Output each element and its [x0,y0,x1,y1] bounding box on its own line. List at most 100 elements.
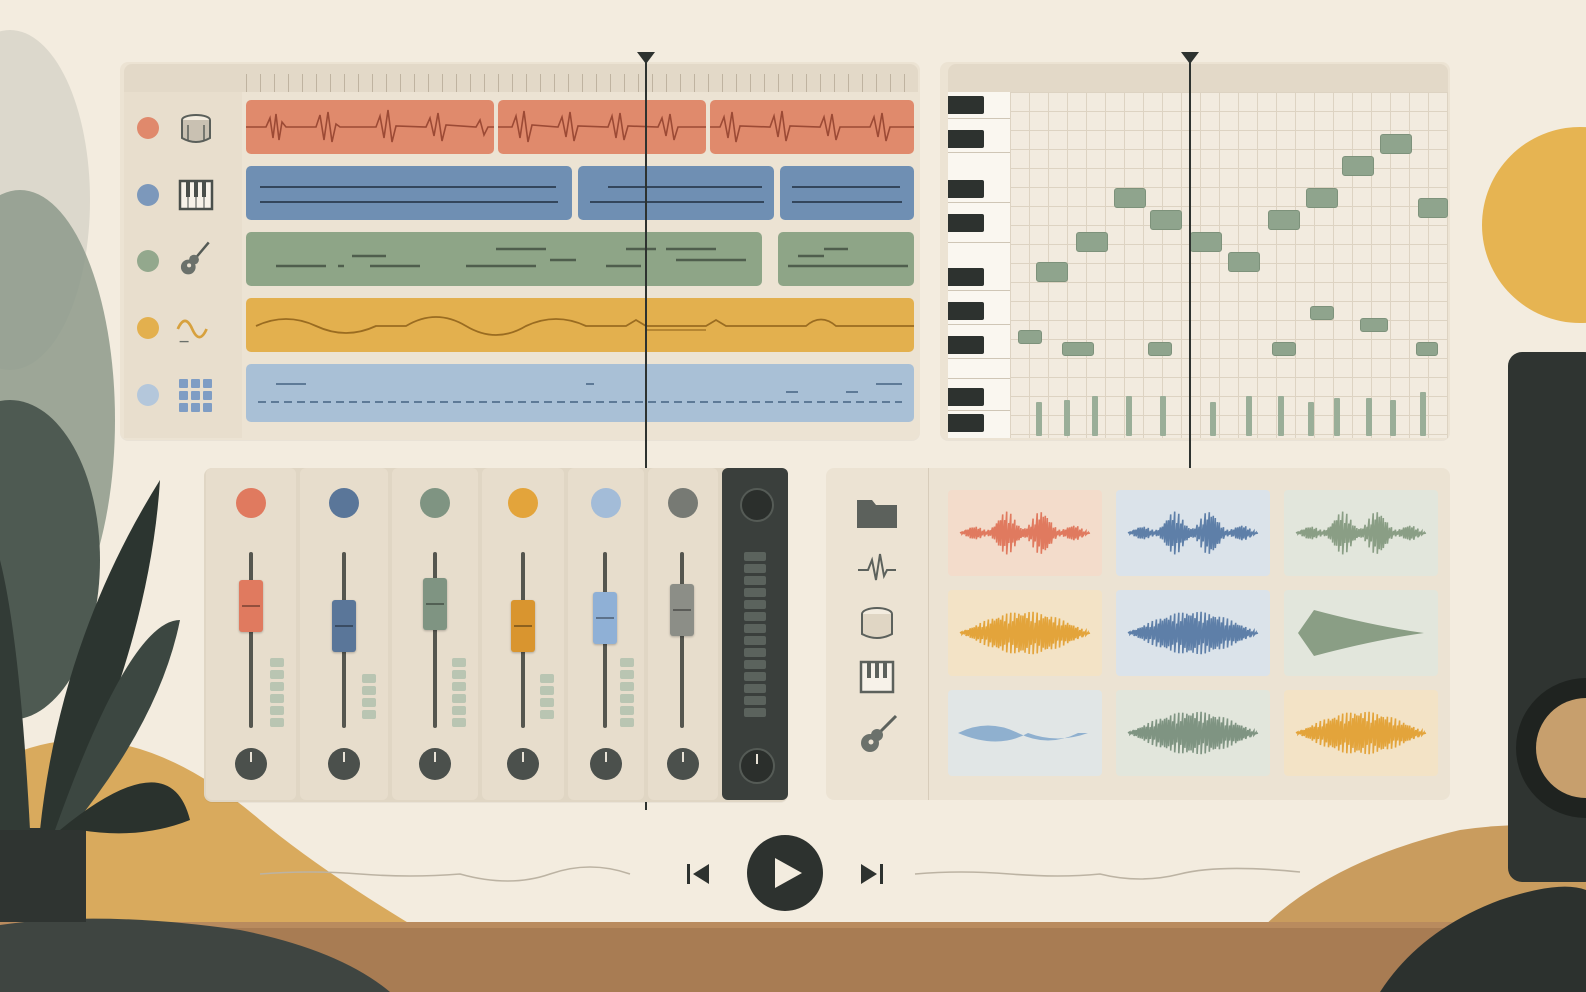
velocity-bar[interactable] [1036,402,1042,436]
sample-tile[interactable] [1116,690,1270,776]
clip-drums-2[interactable] [498,100,706,154]
black-key[interactable] [948,302,984,320]
black-key[interactable] [948,180,984,198]
channel-led[interactable] [329,488,359,518]
piano-roll-ruler[interactable] [948,64,1448,92]
midi-note[interactable] [1272,342,1296,356]
black-key[interactable] [948,130,984,148]
channel-led[interactable] [236,488,266,518]
velocity-bar[interactable] [1064,400,1070,436]
channel-led[interactable] [668,488,698,518]
pan-knob[interactable] [328,748,360,780]
volume-fader[interactable] [593,592,617,644]
midi-note[interactable] [1150,210,1182,230]
clip-keys-2[interactable] [578,166,774,220]
velocity-bar[interactable] [1092,396,1098,436]
midi-note[interactable] [1310,306,1334,320]
midi-note[interactable] [1114,188,1146,208]
clip-synth-1[interactable] [246,298,914,352]
midi-note[interactable] [1342,156,1374,176]
sample-tile[interactable] [948,590,1102,676]
midi-note[interactable] [1418,198,1448,218]
pan-knob[interactable] [419,748,451,780]
fader-rail[interactable] [249,552,253,728]
piano-keyboard[interactable] [948,92,1011,438]
clip-keys-1[interactable] [246,166,572,220]
velocity-bar[interactable] [1160,396,1166,436]
channel-led[interactable] [591,488,621,518]
volume-fader[interactable] [423,578,447,630]
track-color-synth[interactable] [137,317,159,339]
black-key[interactable] [948,268,984,286]
track-color-keys[interactable] [137,184,159,206]
piano-icon[interactable] [178,177,214,213]
playhead-marker[interactable] [637,52,655,64]
sample-tile[interactable] [948,690,1102,776]
midi-note[interactable] [1360,318,1388,332]
midi-note[interactable] [1190,232,1222,252]
track-color-pads[interactable] [137,384,159,406]
sample-tile[interactable] [948,490,1102,576]
velocity-bar[interactable] [1278,396,1284,436]
midi-note[interactable] [1228,252,1260,272]
volume-fader[interactable] [511,600,535,652]
master-knob[interactable] [739,748,775,784]
midi-note[interactable] [1036,262,1068,282]
midi-note[interactable] [1062,342,1094,356]
velocity-bar[interactable] [1366,398,1372,436]
track-color-guitar[interactable] [137,250,159,272]
waveform-icon[interactable] [854,548,900,588]
channel-led[interactable] [420,488,450,518]
midi-note[interactable] [1148,342,1172,356]
black-key[interactable] [948,414,984,432]
midi-note[interactable] [1018,330,1042,344]
midi-note[interactable] [1268,210,1300,230]
velocity-bar[interactable] [1420,392,1426,436]
midi-note[interactable] [1076,232,1108,252]
clip-guitar-2[interactable] [778,232,914,286]
clip-drums-3[interactable] [710,100,914,154]
pan-knob[interactable] [667,748,699,780]
sine-wave-icon[interactable] [176,311,212,347]
sample-tile[interactable] [1284,690,1438,776]
midi-note[interactable] [1416,342,1438,356]
play-button[interactable] [746,834,824,912]
playhead-piano-roll[interactable] [1189,62,1191,468]
volume-fader[interactable] [239,580,263,632]
fader-rail[interactable] [680,552,684,728]
velocity-bar[interactable] [1246,396,1252,436]
clip-pads-1[interactable] [246,364,914,422]
grid-pads-icon[interactable] [178,378,214,414]
velocity-bar[interactable] [1126,396,1132,436]
drum-icon[interactable] [178,111,214,147]
black-key[interactable] [948,388,984,406]
note-grid[interactable] [1010,92,1448,438]
sample-tile[interactable] [1284,490,1438,576]
clip-guitar-1[interactable] [246,232,762,286]
drum-icon[interactable] [854,604,900,644]
volume-fader[interactable] [332,600,356,652]
folder-icon[interactable] [854,492,900,532]
skip-back-icon[interactable] [684,860,712,888]
piano-icon[interactable] [854,658,900,698]
master-led[interactable] [740,488,774,522]
guitar-icon[interactable] [854,714,900,754]
sample-tile[interactable] [1116,490,1270,576]
velocity-bar[interactable] [1308,402,1314,436]
midi-note[interactable] [1380,134,1412,154]
playhead-piano-roll-marker[interactable] [1181,52,1199,64]
black-key[interactable] [948,214,984,232]
pan-knob[interactable] [235,748,267,780]
velocity-bar[interactable] [1390,400,1396,436]
sample-tile[interactable] [1284,590,1438,676]
black-key[interactable] [948,96,984,114]
clip-keys-3[interactable] [780,166,914,220]
sample-tile[interactable] [1116,590,1270,676]
track-color-drums[interactable] [137,117,159,139]
pan-knob[interactable] [590,748,622,780]
volume-fader[interactable] [670,584,694,636]
guitar-icon[interactable] [176,240,212,276]
midi-note[interactable] [1306,188,1338,208]
pan-knob[interactable] [507,748,539,780]
velocity-bar[interactable] [1210,402,1216,436]
